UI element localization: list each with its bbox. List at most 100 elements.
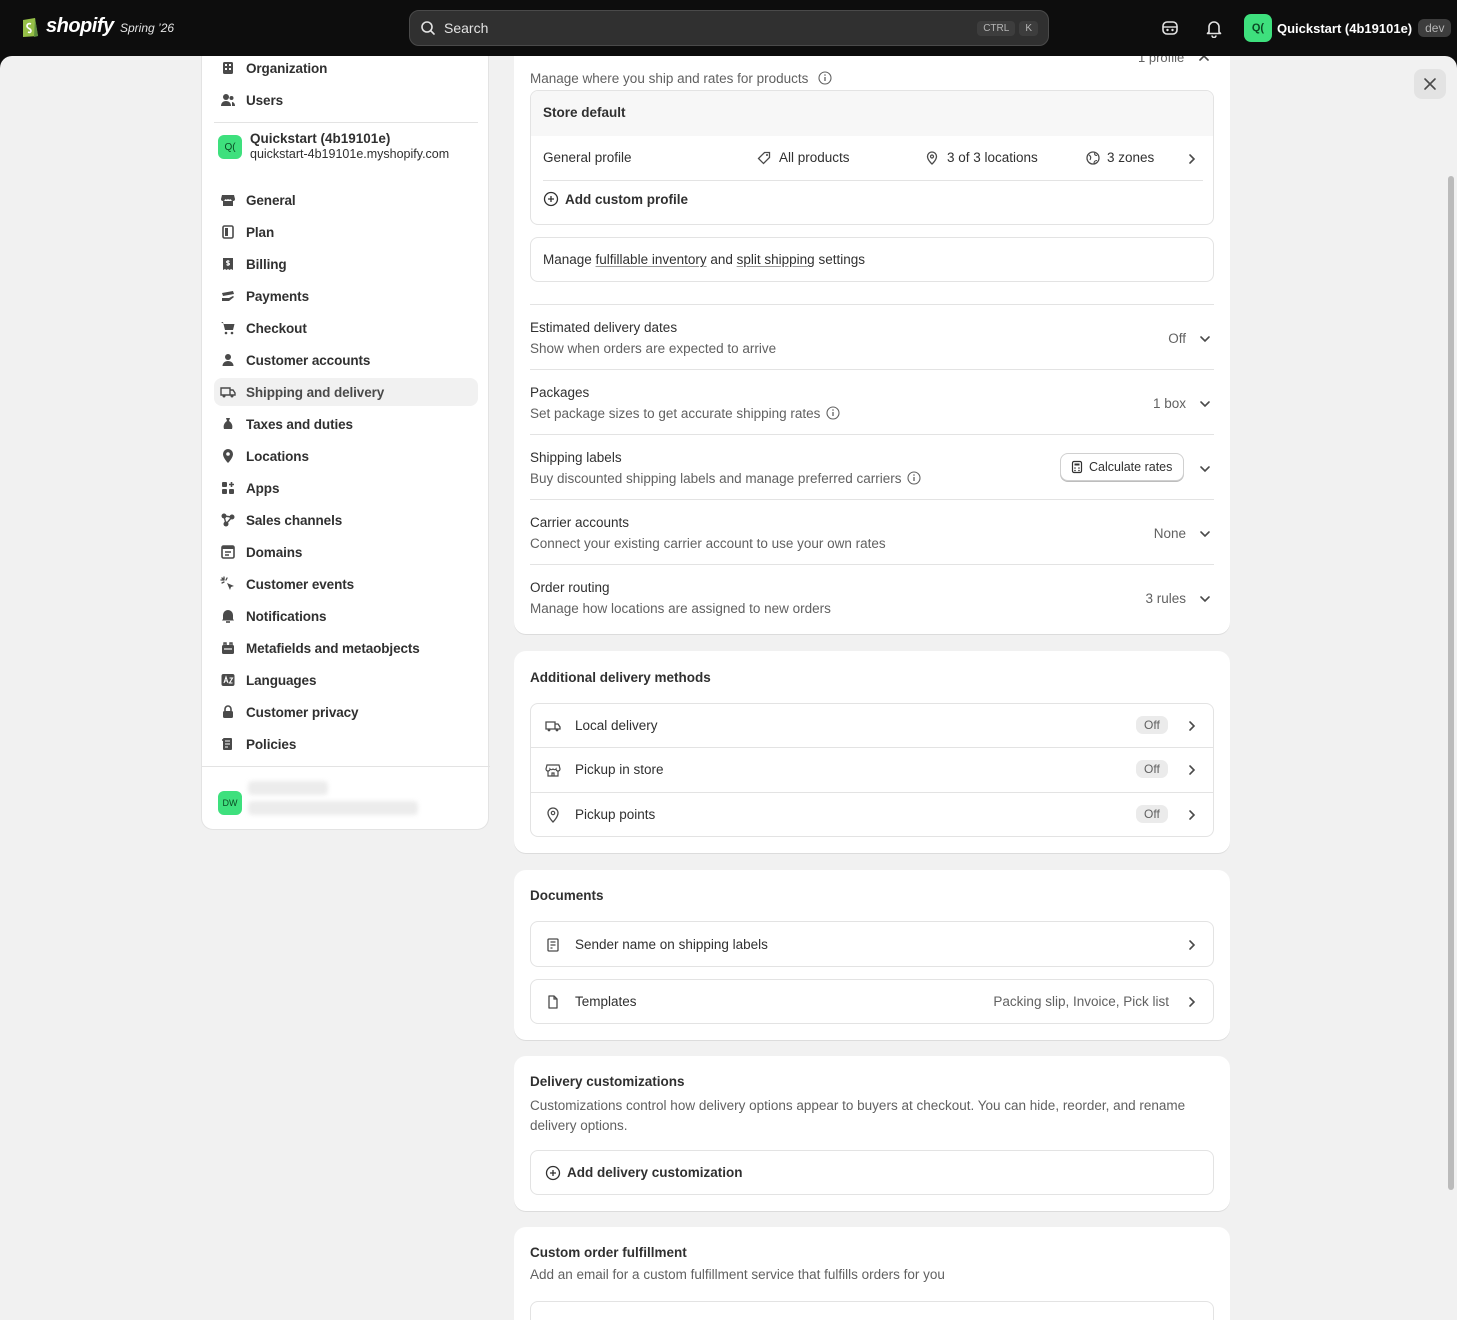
general-profile-row[interactable]: General profile All products 3 of 3 loca… — [531, 136, 1213, 181]
sidebar-item-label: Notifications — [246, 608, 327, 624]
setting-desc: Show when orders are expected to arrive — [530, 341, 777, 356]
sidebar-item-notifications[interactable]: Notifications — [214, 602, 478, 630]
sidebar-item-domains[interactable]: Domains — [214, 538, 478, 566]
shopify-logo[interactable]: shopify — [20, 14, 114, 38]
setting-title: Packages — [530, 385, 590, 400]
sidebar-item-label: Sales channels — [246, 512, 343, 528]
search-icon — [421, 21, 435, 35]
carrier-accounts-row[interactable]: Carrier accounts Connect your existing c… — [530, 500, 1214, 565]
fulfillable-inventory-link[interactable]: fulfillable inventory — [596, 252, 707, 267]
sidebar-item-languages[interactable]: Languages — [214, 666, 478, 694]
sidebar-item-plan[interactable]: Plan — [214, 218, 478, 246]
add-delivery-customization-button[interactable]: Add delivery customization — [530, 1150, 1214, 1195]
bell-icon[interactable] — [1204, 18, 1224, 38]
sidebar-item-metafields[interactable]: Metafields and metaobjects — [214, 634, 478, 662]
pickup-in-store-row[interactable]: Pickup in store Off — [531, 748, 1213, 793]
location-icon — [223, 449, 233, 463]
user-avatar[interactable]: DW — [218, 791, 242, 815]
profiles-count[interactable]: 1 profile — [1138, 56, 1184, 65]
setting-value: None — [1153, 526, 1186, 541]
sidebar-item-label: Billing — [246, 256, 287, 272]
calculate-rates-button[interactable]: Calculate rates — [1060, 453, 1185, 481]
add-fulfillment-service-button[interactable] — [530, 1301, 1214, 1320]
scrollbar[interactable] — [1448, 176, 1454, 1190]
cart-icon — [221, 322, 235, 335]
sidebar-item-checkout[interactable]: Checkout — [214, 314, 478, 342]
close-settings-button[interactable] — [1414, 69, 1446, 99]
sidebar-item-label: Organization — [246, 60, 328, 76]
sidebar-item-label: Domains — [246, 544, 303, 560]
sidebar-item-shipping-and-delivery[interactable]: Shipping and delivery — [214, 378, 478, 406]
sidebar-item-policies[interactable]: Policies — [214, 730, 478, 758]
metafields-icon — [222, 642, 234, 654]
info-icon[interactable] — [826, 406, 840, 420]
sidebar-item-label: Customer events — [246, 576, 355, 592]
info-icon[interactable] — [818, 71, 832, 85]
sidekick-icon[interactable] — [1160, 18, 1180, 38]
sidebar-item-taxes-and-duties[interactable]: Taxes and duties — [214, 410, 478, 438]
split-shipping-link[interactable]: split shipping — [737, 252, 815, 267]
shipping-labels-row[interactable]: Shipping labels Buy discounted shipping … — [530, 435, 1214, 500]
channels-icon — [221, 513, 235, 527]
pickup-points-row[interactable]: Pickup points Off — [531, 793, 1213, 837]
plus-circle-icon — [543, 191, 559, 207]
sidebar-item-general[interactable]: General — [214, 186, 478, 214]
sidebar-item-customer-accounts[interactable]: Customer accounts — [214, 346, 478, 374]
row-divider — [543, 180, 1203, 181]
order-routing-row[interactable]: Order routing Manage how locations are a… — [530, 565, 1214, 630]
zones-label: 3 zones — [1107, 150, 1155, 165]
sidebar-item-apps[interactable]: Apps — [214, 474, 478, 502]
setting-desc: Buy discounted shipping labels and manag… — [530, 471, 922, 486]
receipt-icon — [547, 938, 559, 952]
delivery-methods-list: Local delivery Off Pickup in store Off P… — [530, 703, 1214, 837]
tax-icon — [223, 418, 233, 429]
card-title: Delivery customizations — [530, 1074, 685, 1089]
general-profile-label: General profile — [543, 150, 632, 165]
sidebar-item-locations[interactable]: Locations — [214, 442, 478, 470]
custom-fulfillment-card: Custom order fulfillment Add an email fo… — [514, 1227, 1230, 1320]
setting-value: 1 box — [1152, 396, 1186, 411]
store-default-title: Store default — [543, 105, 626, 120]
env-badge: dev — [1418, 19, 1452, 37]
estimated-delivery-row[interactable]: Estimated delivery dates Show when order… — [530, 305, 1214, 370]
user-email-redacted — [248, 801, 418, 815]
add-custom-profile-button[interactable]: Add custom profile — [543, 191, 688, 207]
calculate-rates-label: Calculate rates — [1089, 460, 1173, 474]
chevron-up-icon[interactable] — [1197, 56, 1211, 65]
file-icon — [548, 995, 558, 1009]
templates-row[interactable]: Templates Packing slip, Invoice, Pick li… — [530, 979, 1214, 1024]
manage-text-post: settings — [814, 252, 865, 267]
sidebar-item-sales-channels[interactable]: Sales channels — [214, 506, 478, 534]
card-title: Custom order fulfillment — [530, 1245, 687, 1260]
sender-name-row[interactable]: Sender name on shipping labels — [530, 921, 1214, 967]
setting-title: Order routing — [530, 580, 610, 595]
documents-card: Documents Sender name on shipping labels… — [514, 870, 1230, 1040]
chevron-right-icon — [1189, 765, 1196, 775]
sidebar-item-organization[interactable]: Organization — [214, 56, 478, 82]
setting-desc-text: Set package sizes to get accurate shippi… — [530, 406, 821, 421]
local-delivery-row[interactable]: Local delivery Off — [531, 704, 1213, 748]
locations-label: 3 of 3 locations — [947, 150, 1038, 165]
sidebar-item-customer-events[interactable]: Customer events — [214, 570, 478, 598]
chevron-right-icon — [1189, 997, 1196, 1007]
top-bar: shopify Spring ’26 Search CTRL K Q( Quic… — [0, 0, 1457, 56]
search-bar[interactable]: Search CTRL K — [409, 10, 1049, 46]
sidebar-item-billing[interactable]: Billing — [214, 250, 478, 278]
sidebar-item-customer-privacy[interactable]: Customer privacy — [214, 698, 478, 726]
store-menu-button[interactable]: Q( Quickstart (4b19101e) dev — [1244, 14, 1452, 42]
shipping-card: 1 profile Manage where you ship and rate… — [514, 56, 1230, 634]
store-icon — [221, 195, 235, 206]
info-icon[interactable] — [907, 471, 922, 485]
release-label[interactable]: Spring ’26 — [120, 21, 174, 35]
packages-row[interactable]: Packages Set package sizes to get accura… — [530, 370, 1214, 435]
bell-icon — [222, 610, 234, 623]
status-badge: Off — [1136, 805, 1168, 823]
chevron-down-icon — [1200, 466, 1210, 473]
sidebar-store-url: quickstart-4b19101e.myshopify.com — [250, 147, 450, 161]
sidebar-item-payments[interactable]: Payments — [214, 282, 478, 310]
sidebar-item-label: Taxes and duties — [246, 416, 353, 432]
sidebar-item-label: Users — [246, 92, 284, 108]
chevron-down-icon — [1200, 401, 1210, 408]
chevron-down-icon — [1200, 336, 1210, 343]
sidebar-item-users[interactable]: Users — [214, 86, 478, 114]
